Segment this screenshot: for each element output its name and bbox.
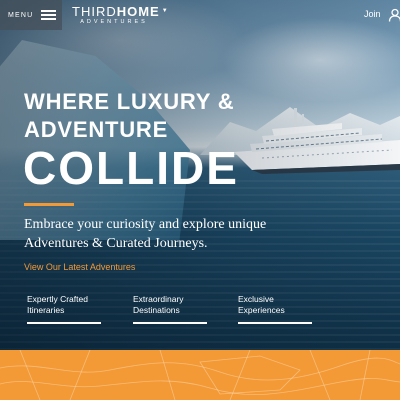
hero-tagline: Embrace your curiosity and explore uniqu… — [24, 217, 267, 251]
headline-collide: COLLIDE — [23, 142, 239, 194]
feature-underline — [133, 322, 207, 324]
feature-destinations[interactable]: Extraordinary Destinations — [133, 294, 207, 324]
feature-label-line1: Expertly Crafted — [27, 294, 88, 304]
thirdhome-adventures-logo[interactable]: THIRD HOME ▼ ADVENTURES — [72, 5, 169, 25]
caret-down-icon: ▼ — [161, 8, 169, 14]
headline-line-2: ADVENTURE — [24, 117, 169, 142]
logo-wordmark: THIRD HOME ▼ — [72, 5, 169, 18]
map-lines-decoration — [0, 350, 400, 400]
feature-experiences[interactable]: Exclusive Experiences — [238, 294, 312, 324]
logo-text-third: THIRD — [72, 4, 117, 19]
hamburger-icon — [41, 10, 57, 20]
join-link[interactable]: Join — [364, 9, 381, 19]
menu-label: MENU — [8, 11, 34, 19]
feature-label-line2: Experiences — [238, 305, 285, 315]
orange-map-section — [0, 350, 400, 400]
feature-highlights: Expertly Crafted Itineraries Extraordina… — [0, 294, 400, 330]
logo-subtitle: ADVENTURES — [80, 19, 148, 25]
feature-label-line1: Extraordinary — [133, 294, 184, 304]
feature-label-line2: Itineraries — [27, 305, 65, 315]
accent-divider — [24, 203, 74, 206]
user-icon[interactable] — [388, 8, 400, 22]
feature-label-line1: Exclusive — [238, 294, 274, 304]
feature-itineraries[interactable]: Expertly Crafted Itineraries — [27, 294, 101, 324]
top-navigation-bar: MENU THIRD HOME ▼ ADVENTURES Join — [0, 0, 400, 30]
feature-underline — [27, 322, 101, 324]
feature-label-line2: Destinations — [133, 305, 180, 315]
headline-line-1: WHERE LUXURY & — [24, 89, 235, 114]
logo-text-home: HOME — [116, 4, 160, 19]
view-latest-adventures-link[interactable]: View Our Latest Adventures — [24, 262, 135, 272]
feature-underline — [238, 322, 312, 324]
menu-button[interactable]: MENU — [0, 0, 62, 30]
